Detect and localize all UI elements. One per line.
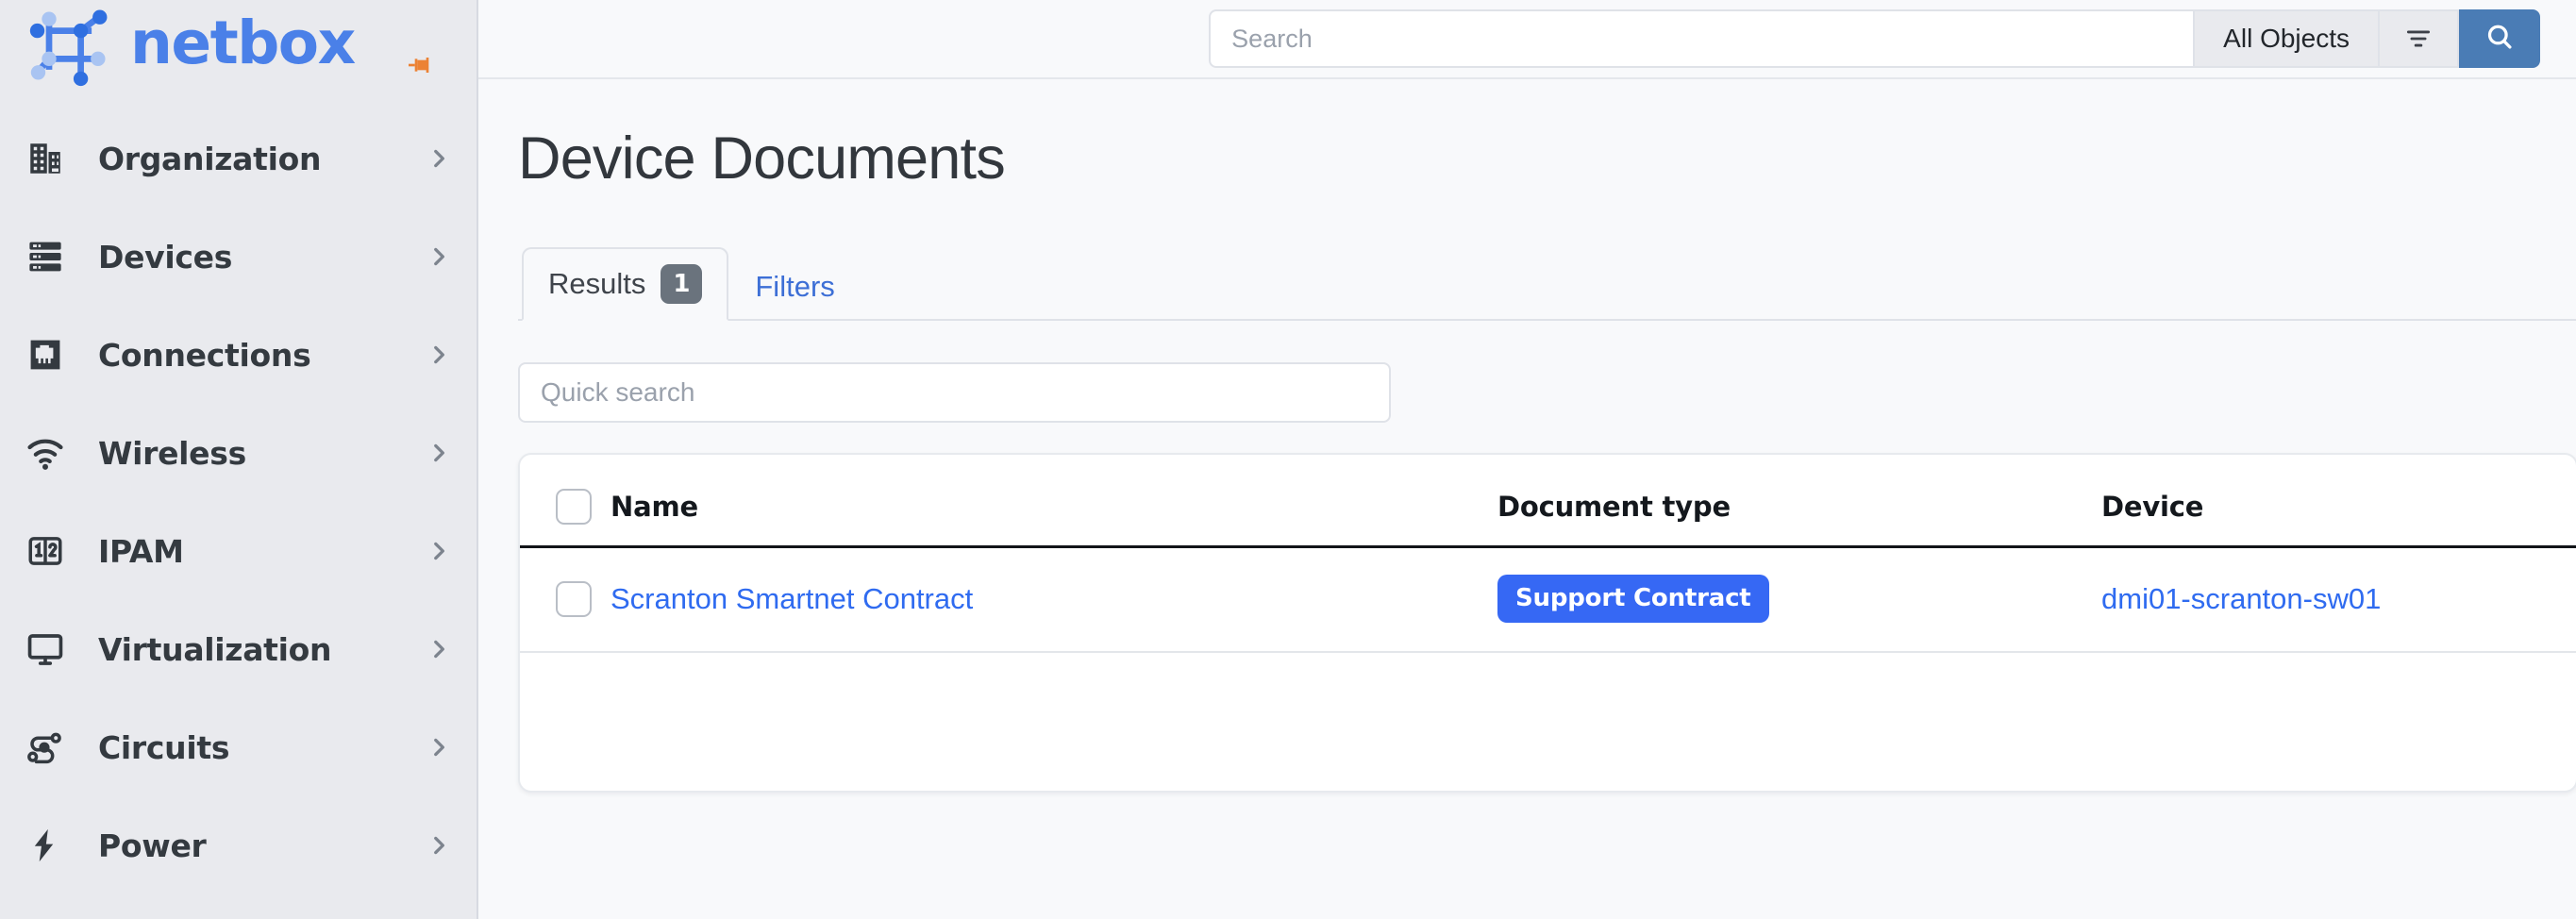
- select-all-header: [520, 455, 611, 548]
- sidebar: netbox Organization Devices Connections …: [0, 0, 478, 919]
- results-card: Name Document type Device Scranton Smart…: [518, 453, 2576, 793]
- sidebar-item-label: IPAM: [98, 532, 184, 570]
- chevron-right-icon: [426, 734, 452, 760]
- tab-filters[interactable]: Filters: [728, 253, 861, 321]
- sidebar-item-circuits[interactable]: Circuits: [0, 698, 477, 796]
- table-row: Scranton Smartnet Contract Support Contr…: [520, 546, 2576, 653]
- sidebar-nav: Organization Devices Connections Wireles…: [0, 109, 477, 894]
- cell-device: dmi01-scranton-sw01: [2101, 546, 2576, 653]
- page-body: Device Documents Results 1 Filters Quick…: [478, 79, 2576, 793]
- sidebar-item-label: Connections: [98, 336, 311, 374]
- chevron-right-icon: [426, 636, 452, 662]
- netbox-app-window: netbox Organization Devices Connections …: [0, 0, 2576, 919]
- column-header-name[interactable]: Name: [611, 455, 1497, 548]
- main-content: All Objects Devic: [478, 0, 2576, 919]
- sidebar-item-connections[interactable]: Connections: [0, 306, 477, 404]
- row-select-cell: [520, 546, 611, 653]
- search-scope-label: All Objects: [2223, 24, 2350, 53]
- sidebar-item-wireless[interactable]: Wireless: [0, 404, 477, 502]
- top-search-bar: All Objects: [478, 0, 2576, 79]
- wifi-icon: [21, 428, 70, 477]
- document-name-link[interactable]: Scranton Smartnet Contract: [611, 582, 973, 615]
- filter-icon[interactable]: [2380, 9, 2459, 68]
- search-input[interactable]: [1209, 9, 2196, 68]
- column-header-document-type[interactable]: Document type: [1497, 455, 2101, 548]
- table-head: Name Document type Device: [520, 455, 2576, 548]
- chevron-right-icon: [426, 342, 452, 368]
- global-search-group: All Objects: [1209, 9, 2540, 68]
- chevron-right-icon: [426, 538, 452, 564]
- table-header-row: Name Document type Device: [520, 455, 2576, 548]
- tab-results[interactable]: Results 1: [522, 247, 729, 321]
- tab-results-label: Results: [548, 267, 646, 300]
- search-scope-dropdown[interactable]: All Objects: [2195, 9, 2380, 68]
- cell-document-type: Support Contract: [1497, 546, 2101, 653]
- chevron-right-icon: [426, 243, 452, 270]
- sidebar-item-label: Virtualization: [98, 630, 332, 668]
- pin-icon[interactable]: [401, 49, 439, 81]
- sidebar-item-label: Power: [98, 827, 207, 864]
- results-count-badge: 1: [661, 264, 703, 304]
- row-checkbox[interactable]: [556, 580, 592, 617]
- quick-search-input[interactable]: [518, 362, 1391, 423]
- sidebar-brand[interactable]: netbox: [0, 0, 477, 87]
- search-submit-button[interactable]: [2459, 9, 2540, 68]
- cell-name: Scranton Smartnet Contract: [611, 546, 1497, 653]
- device-documents-table: Name Document type Device Scranton Smart…: [520, 455, 2576, 653]
- search-icon: [2484, 21, 2516, 58]
- rj45-jack-icon: [21, 330, 70, 379]
- device-link[interactable]: dmi01-scranton-sw01: [2101, 582, 2381, 615]
- sidebar-item-label: Organization: [98, 140, 322, 177]
- sidebar-item-virtualization[interactable]: Virtualization: [0, 600, 477, 698]
- sidebar-item-label: Circuits: [98, 728, 230, 766]
- monitor-icon: [21, 625, 70, 674]
- tab-filters-label: Filters: [755, 270, 835, 303]
- netbox-logo-icon: [26, 0, 117, 90]
- server-rack-icon: [21, 232, 70, 281]
- numbers-box-icon: [21, 526, 70, 576]
- chevron-right-icon: [426, 832, 452, 859]
- select-all-checkbox[interactable]: [556, 489, 592, 525]
- chevron-right-icon: [426, 145, 452, 172]
- sidebar-item-ipam[interactable]: IPAM: [0, 502, 477, 600]
- chevron-right-icon: [426, 440, 452, 466]
- sidebar-item-power[interactable]: Power: [0, 796, 477, 894]
- sidebar-item-label: Devices: [98, 238, 233, 276]
- sidebar-item-devices[interactable]: Devices: [0, 208, 477, 306]
- document-type-badge: Support Contract: [1497, 575, 1769, 623]
- building-icon: [21, 134, 70, 183]
- circuit-path-icon: [21, 723, 70, 772]
- quick-search-row: [518, 321, 2576, 453]
- sidebar-item-organization[interactable]: Organization: [0, 109, 477, 208]
- tab-bar: Results 1 Filters: [518, 247, 2576, 321]
- lightning-bolt-icon: [21, 821, 70, 870]
- sidebar-item-label: Wireless: [98, 434, 246, 472]
- brand-wordmark: netbox: [130, 8, 356, 77]
- column-header-device[interactable]: Device: [2101, 455, 2576, 548]
- table-body: Scranton Smartnet Contract Support Contr…: [520, 546, 2576, 653]
- page-title: Device Documents: [518, 125, 1006, 192]
